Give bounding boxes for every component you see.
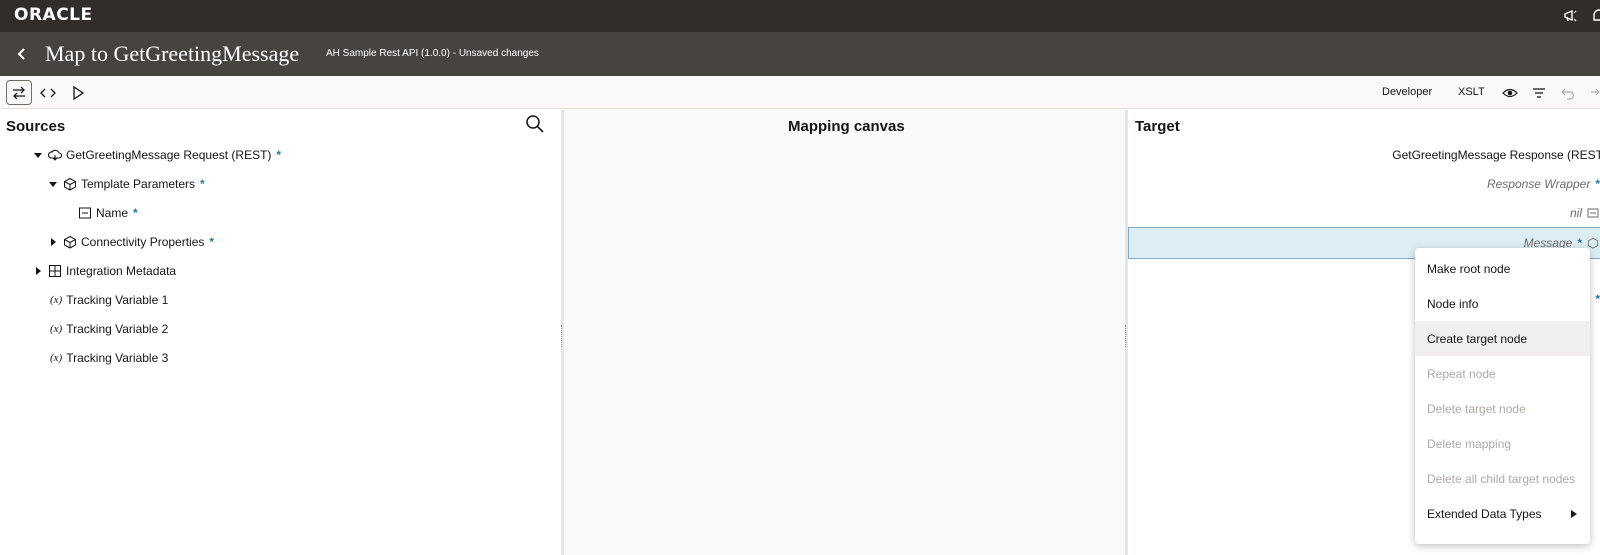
redo-button[interactable] [1580, 80, 1600, 105]
string-field-icon [78, 206, 92, 220]
menu-item-repeat-node: Repeat node [1427, 366, 1496, 381]
variable-icon: (x) [50, 352, 63, 364]
sources-panel: Sources GetGreetingMessage Request (REST… [0, 110, 561, 555]
tree-node-label: Integration Metadata [66, 264, 177, 278]
menu-item-make-root-node[interactable]: Make root node [1415, 251, 1590, 286]
menu-item-node-info[interactable]: Node info [1415, 286, 1590, 321]
announcement-icon[interactable] [1562, 7, 1580, 25]
tree-node-tracking-variable-3[interactable]: (x) Tracking Variable 3 [50, 346, 168, 370]
tree-node-integration-metadata[interactable]: Integration Metadata [32, 259, 176, 283]
variable-icon: (x) [50, 294, 63, 306]
canvas-heading: Mapping canvas [788, 118, 905, 135]
mapper-view-button[interactable] [6, 80, 32, 105]
view-options-button[interactable] [1497, 80, 1523, 105]
code-icon [40, 88, 56, 97]
back-icon[interactable] [10, 42, 34, 66]
required-marker: * [276, 148, 282, 162]
test-button[interactable] [65, 80, 91, 105]
tree-node-request[interactable]: GetGreetingMessage Request (REST) * [32, 143, 281, 167]
target-heading: Target [1135, 118, 1180, 135]
play-icon [73, 85, 85, 100]
search-icon[interactable] [524, 113, 546, 135]
tree-node-label: Connectivity Properties [81, 235, 205, 249]
title-bar: Map to GetGreetingMessage AH Sample Rest… [0, 32, 1600, 76]
string-field-icon [1586, 206, 1600, 220]
swap-arrows-icon [13, 86, 25, 99]
tree-node-tracking-variable-1[interactable]: (x) Tracking Variable 1 [50, 288, 168, 312]
menu-item-create-target-node[interactable]: Create target node [1415, 321, 1590, 356]
filter-icon [1533, 87, 1545, 98]
tree-node-label: GetGreetingMessage Request (REST) [66, 148, 272, 162]
page-title: Map to GetGreetingMessage [45, 41, 300, 66]
caret-right-icon[interactable] [47, 236, 59, 248]
required-marker: * [1595, 177, 1600, 191]
page-subtitle: AH Sample Rest API (1.0.0) - Unsaved cha… [326, 48, 539, 59]
required-marker: * [1595, 292, 1600, 306]
undo-button[interactable] [1555, 80, 1581, 105]
required-marker: * [133, 206, 138, 220]
oracle-logo: ORACLE [14, 5, 93, 25]
target-node-nil[interactable]: nil [1570, 201, 1600, 225]
object-icon [63, 235, 77, 249]
caret-down-icon[interactable] [47, 178, 59, 190]
tree-node-connectivity-properties[interactable]: Connectivity Properties * [47, 230, 214, 254]
tree-node-tracking-variable-2[interactable]: (x) Tracking Variable 2 [50, 317, 168, 341]
sources-heading: Sources [6, 118, 66, 135]
caret-right-icon[interactable] [32, 265, 44, 277]
app-header: ORACLE [0, 0, 1600, 32]
tree-node-label: Tracking Variable 3 [66, 351, 169, 365]
object-icon [63, 177, 77, 191]
menu-item-extended-data-types[interactable]: Extended Data Types [1415, 496, 1590, 531]
tree-node-label: nil [1569, 206, 1582, 220]
developer-mode-button[interactable]: Developer [1382, 86, 1432, 98]
caret-down-icon[interactable] [32, 149, 44, 161]
mapping-canvas[interactable]: Mapping canvas [564, 110, 1125, 555]
tree-node-label: Response Wrapper [1486, 177, 1591, 191]
menu-item-delete-target-node: Delete target node [1427, 401, 1526, 416]
xslt-button[interactable]: XSLT [1458, 86, 1485, 98]
tree-node-label: GetGreetingMessage Response (REST [1392, 148, 1600, 162]
code-view-button[interactable] [35, 80, 61, 105]
required-marker: * [200, 177, 205, 191]
menu-item-label: Extended Data Types [1427, 506, 1542, 521]
tree-node-label: Template Parameters [81, 177, 196, 191]
target-node-response[interactable]: GetGreetingMessage Response (REST [1392, 143, 1600, 167]
mapper-toolbar: Developer XSLT [0, 76, 1600, 109]
tree-node-label: Tracking Variable 2 [66, 322, 169, 336]
tree-node-label: Tracking Variable 1 [66, 293, 169, 307]
tree-node-name[interactable]: Name * [74, 201, 138, 225]
filter-button[interactable] [1526, 80, 1552, 105]
menu-item-delete-mapping: Delete mapping [1427, 436, 1512, 451]
grid-icon [48, 264, 62, 278]
target-node-hidden-required: * [1590, 287, 1600, 311]
rest-request-icon [48, 148, 62, 162]
required-marker: * [209, 235, 215, 249]
eye-icon [1502, 88, 1518, 97]
context-menu: Make root node Node info Create target n… [1415, 248, 1590, 544]
notifications-icon[interactable] [1590, 7, 1600, 25]
undo-icon [1561, 88, 1575, 100]
tree-node-template-parameters[interactable]: Template Parameters * [47, 172, 205, 196]
target-node-response-wrapper[interactable]: Response Wrapper * [1487, 172, 1600, 196]
tree-node-label: Name [96, 206, 129, 220]
submenu-arrow-icon [1571, 510, 1577, 518]
variable-icon: (x) [50, 323, 63, 335]
redo-icon [1591, 88, 1600, 95]
menu-item-delete-all-child-target-nodes: Delete all child target nodes [1427, 471, 1576, 486]
